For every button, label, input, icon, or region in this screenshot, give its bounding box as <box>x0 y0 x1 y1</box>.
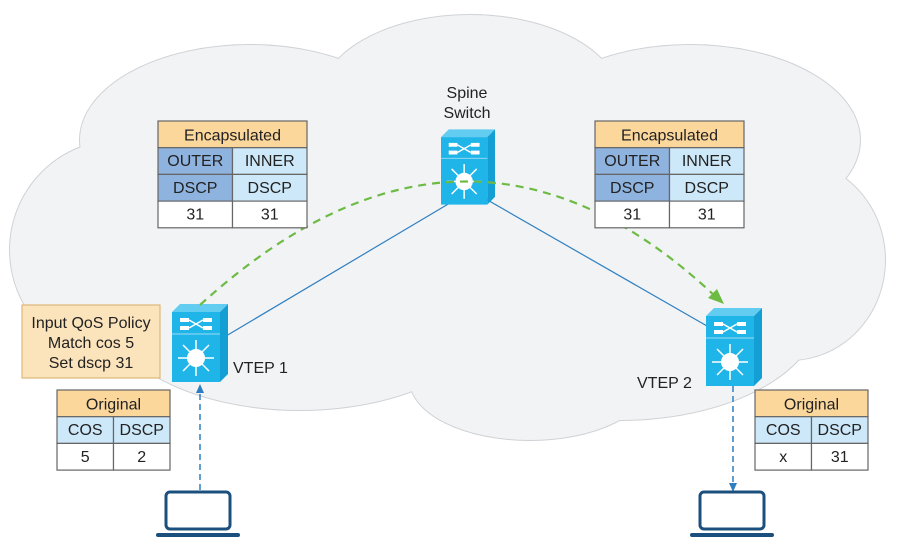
encapsulated-table-right: Encapsulated OUTER INNER DSCP DSCP 31 31 <box>594 120 745 229</box>
table-cell: DSCP <box>173 180 217 197</box>
table-cell: 31 <box>623 206 641 223</box>
table-title: Original <box>86 396 141 413</box>
table-cell: OUTER <box>167 153 223 170</box>
source-laptop-icon <box>156 490 240 537</box>
table-cell: 2 <box>137 449 146 466</box>
table-cell: DSCP <box>685 180 729 197</box>
table-title: Encapsulated <box>184 127 281 144</box>
vtep1-label: VTEP 1 <box>233 360 288 377</box>
vtep2-switch-icon <box>706 308 762 386</box>
table-cell: OUTER <box>604 153 660 170</box>
original-table-right: Original COS DSCP x 31 <box>754 389 869 471</box>
qos-vxlan-diagram: Spine Switch VTEP 1 VTEP 2 Input QoS Pol… <box>9 14 886 537</box>
table-cell: DSCP <box>120 422 164 439</box>
table-cell: 31 <box>698 206 716 223</box>
encapsulated-table-left: Encapsulated OUTER INNER DSCP DSCP 31 31 <box>157 120 308 229</box>
qos-policy-box: Input QoS Policy Match cos 5 Set dscp 31 <box>21 304 161 379</box>
table-cell: DSCP <box>248 180 292 197</box>
table-cell: 31 <box>186 206 204 223</box>
table-cell: DSCP <box>610 180 654 197</box>
table-cell: INNER <box>682 153 732 170</box>
table-title: Encapsulated <box>621 127 718 144</box>
original-table-left: Original COS DSCP 5 2 <box>56 389 171 471</box>
table-cell: COS <box>766 422 801 439</box>
spine-switch-icon <box>441 128 495 206</box>
table-cell: 5 <box>81 449 90 466</box>
svg-text:Input QoS Policy: Input QoS Policy <box>31 315 150 332</box>
table-cell: x <box>779 449 787 466</box>
table-cell: INNER <box>245 153 295 170</box>
svg-text:Match cos 5: Match cos 5 <box>48 335 134 352</box>
spine-label: Spine <box>447 85 488 102</box>
table-cell: COS <box>68 422 103 439</box>
vtep2-label: VTEP 2 <box>637 375 692 392</box>
table-title: Original <box>784 396 839 413</box>
destination-laptop-icon <box>690 490 774 537</box>
vtep1-switch-icon <box>172 304 228 382</box>
spine-label: Switch <box>443 105 490 122</box>
table-cell: 31 <box>831 449 849 466</box>
table-cell: DSCP <box>818 422 862 439</box>
table-cell: 31 <box>261 206 279 223</box>
svg-text:Set dscp 31: Set dscp 31 <box>49 355 134 372</box>
